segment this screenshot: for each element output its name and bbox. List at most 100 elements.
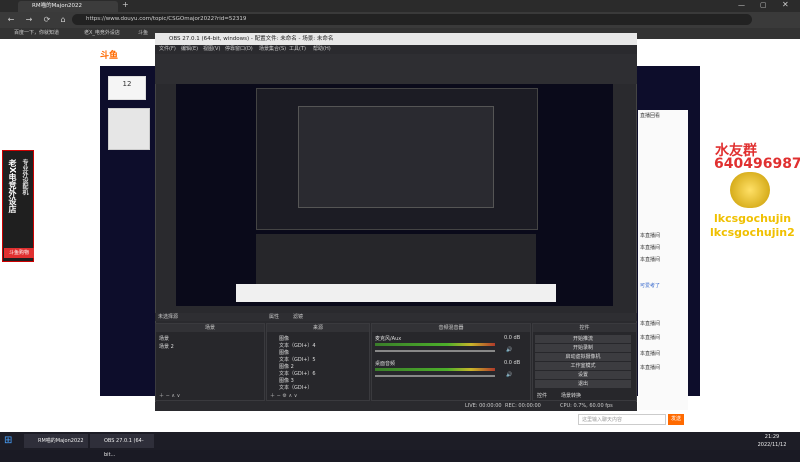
source-item[interactable]: 文本（GDI+）6 — [279, 370, 316, 377]
menu-item[interactable]: 停靠窗口(D) — [225, 45, 253, 54]
start-recording-button[interactable]: 开始录制 — [535, 344, 631, 352]
list-item[interactable]: 本直播间 — [640, 334, 660, 341]
bookmark-item[interactable]: 老X_电竞外设店 — [84, 28, 120, 39]
virtual-camera-button[interactable]: 启动虚拟摄像机 — [535, 353, 631, 361]
properties-button[interactable]: 属性 — [269, 313, 279, 320]
filters-button[interactable]: 滤镜 — [293, 313, 303, 320]
tab-title: RM喵的Majon2022 — [32, 3, 83, 9]
mixer-track-name: 麦克风/Aux — [375, 336, 402, 342]
list-item[interactable]: 本直播间 — [640, 350, 660, 357]
studio-mode-button[interactable]: 工作室模式 — [535, 362, 631, 370]
list-item[interactable]: 本直播间 — [640, 244, 660, 251]
side-banner[interactable]: 老X电竞外设店 专业外设配机 — [2, 150, 34, 262]
volume-slider[interactable] — [375, 375, 495, 377]
list-item[interactable]: 本直播间 — [640, 320, 660, 327]
list-item[interactable]: 本直播间 — [640, 232, 660, 239]
list-item[interactable]: 可爱考了 — [640, 282, 660, 289]
start-stream-button[interactable]: 开始推流 — [535, 335, 631, 343]
system-clock[interactable]: 21:29 2022/11/12 — [752, 433, 792, 449]
mixer-track-db: 0.0 dB — [504, 360, 521, 366]
windows-start-icon[interactable]: ⊞ — [4, 435, 16, 447]
minimize-icon[interactable]: — — [738, 1, 745, 9]
source-item[interactable]: 图像 — [279, 349, 289, 356]
ad-name-2: lkcsgochujin2 — [710, 226, 795, 239]
reload-icon[interactable]: ⟳ — [42, 15, 52, 25]
obs-status-bar: LIVE: 00:00:00 REC: 00:00:00 CPU: 0.7%, … — [155, 402, 637, 411]
speaker-icon[interactable]: 🔊 — [506, 372, 512, 378]
menu-item[interactable]: 编辑(E) — [181, 45, 198, 54]
mixer-header: 音频混音器 — [372, 324, 530, 332]
nested-page-bottom — [236, 284, 556, 302]
follow-count: 12 — [108, 76, 146, 100]
source-item[interactable]: 文本（GDI+）4 — [279, 342, 316, 349]
source-item[interactable]: 图像 3 — [279, 377, 294, 384]
ad-name-1: lkcsgochujin — [714, 212, 792, 225]
live-status: LIVE: 00:00:00 — [465, 403, 502, 409]
count-value: 12 — [122, 80, 132, 88]
scene-item[interactable]: 场景 — [159, 335, 169, 342]
forward-icon[interactable]: → — [24, 15, 34, 25]
back-icon[interactable]: ← — [6, 15, 16, 25]
source-item[interactable]: 文本（GDI+） — [279, 384, 312, 391]
home-icon[interactable]: ⌂ — [58, 15, 68, 25]
close-icon[interactable]: ✕ — [782, 0, 789, 9]
scenes-panel: 场景 场景 场景 2 ＋ − ∧ ∨ — [155, 323, 265, 401]
ad-number: 640496987 — [714, 156, 800, 172]
mixer-track-db: 0.0 dB — [504, 335, 521, 341]
mixer-track-name: 桌面音频 — [375, 361, 396, 367]
settings-button[interactable]: 设置 — [535, 371, 631, 379]
mixer-panel: 音频混音器 麦克风/Aux 0.0 dB 🔊 桌面音频 0.0 dB 🔊 — [371, 323, 531, 401]
chat-input[interactable]: 这里输入聊天内容 — [578, 414, 666, 425]
bookmark-item[interactable]: 百度一下，你就知道 — [14, 28, 59, 39]
menu-item[interactable]: 场景集合(S) — [259, 45, 286, 54]
site-logo[interactable]: 斗鱼 — [100, 48, 118, 61]
list-item[interactable]: 本直播间 — [640, 256, 660, 263]
volume-meter — [375, 343, 495, 346]
source-item[interactable]: 图像 — [279, 335, 289, 342]
obs-menu-bar: 文件(F) 编辑(E) 视图(V) 停靠窗口(D) 场景集合(S) 工具(T) … — [155, 45, 637, 54]
taskbar-item[interactable]: OBS 27.0.1 (64-bit... — [90, 434, 154, 458]
address-bar[interactable]: https://www.douyu.com/topic/CSGOmajor202… — [72, 14, 752, 25]
menu-item[interactable]: 帮助(H) — [313, 45, 331, 54]
sources-panel: 来源 图像 文本（GDI+）4 图像 文本（GDI+）5 图像 2 文本（GDI… — [266, 323, 370, 401]
obs-title-bar: OBS 27.0.1 (64-bit, windows) - 配置文件: 未命名… — [155, 33, 637, 45]
exit-button[interactable]: 退出 — [535, 380, 631, 388]
scenes-header: 场景 — [156, 324, 264, 332]
clock-time: 21:29 — [764, 434, 780, 440]
scene-item[interactable]: 场景 2 — [159, 343, 174, 350]
list-item[interactable]: 本直播间 — [640, 364, 660, 371]
tab-controls[interactable]: 控件 — [537, 392, 547, 399]
menu-item[interactable]: 工具(T) — [289, 45, 306, 54]
menu-item[interactable]: 视图(V) — [203, 45, 220, 54]
new-tab-button[interactable]: + — [122, 0, 129, 9]
scene-toolbar[interactable]: ＋ − ∧ ∨ — [159, 392, 180, 399]
source-toolbar[interactable]: ＋ − ⚙ ∧ ∨ — [270, 392, 297, 399]
no-source-label: 未选择源 — [158, 314, 179, 320]
nested-panels — [256, 234, 536, 284]
side-banner-text: 老X电竞外设店 — [8, 159, 17, 214]
gold-medal-icon — [730, 172, 770, 208]
send-button[interactable]: 发送 — [668, 414, 684, 425]
nested-preview-2 — [298, 106, 494, 208]
avatar[interactable] — [108, 108, 150, 150]
shop-label[interactable]: 斗鱼购物 — [4, 248, 34, 258]
source-item[interactable]: 文本（GDI+）5 — [279, 356, 316, 363]
tab-transitions[interactable]: 场景转换 — [561, 392, 581, 399]
taskbar: ⊞ RM喵的Majon2022 OBS 27.0.1 (64-bit... — [0, 432, 800, 458]
cpu-status: CPU: 0.7%, 60.00 fps — [560, 403, 613, 409]
controls-header: 控件 — [533, 324, 636, 332]
rec-status: REC: 00:00:00 — [505, 403, 541, 409]
volume-slider[interactable] — [375, 350, 495, 352]
bookmark-item[interactable]: 斗鱼 — [138, 28, 148, 39]
source-item[interactable]: 图像 2 — [279, 363, 294, 370]
list-item[interactable]: 直播回看 — [640, 112, 660, 119]
maximize-icon[interactable]: ▢ — [760, 1, 767, 9]
sources-header: 来源 — [267, 324, 369, 332]
side-banner-sub: 专业外设配机 — [21, 159, 28, 195]
taskbar-item[interactable]: RM喵的Majon2022 — [24, 434, 88, 448]
browser-tab[interactable]: RM喵的Majon2022 — [18, 1, 118, 12]
controls-panel: 控件 开始推流 开始录制 启动虚拟摄像机 工作室模式 设置 退出 控件 场景转换 — [532, 323, 637, 401]
volume-meter — [375, 368, 495, 371]
speaker-icon[interactable]: 🔊 — [506, 347, 512, 353]
menu-item[interactable]: 文件(F) — [159, 45, 176, 54]
